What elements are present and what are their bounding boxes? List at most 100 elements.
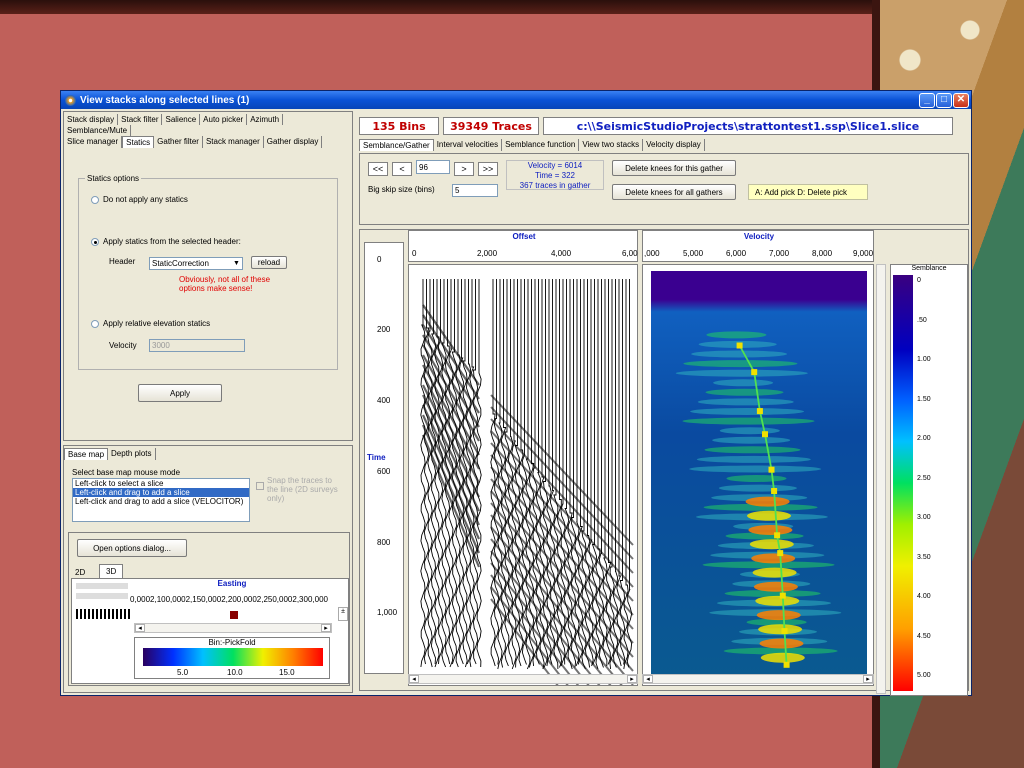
list-item[interactable]: Left-click and drag to add a slice (VELO… bbox=[73, 497, 249, 506]
velocity-tick: 7,000 bbox=[769, 249, 790, 258]
radio-elevation-statics[interactable]: Apply relative elevation statics bbox=[91, 319, 210, 328]
header-select[interactable]: StaticCorrection ▼ bbox=[149, 257, 243, 270]
tab-auto-picker[interactable]: Auto picker bbox=[200, 114, 248, 125]
semblance-energy bbox=[689, 465, 822, 473]
mouse-mode-list[interactable]: Left-click to select a slice Left-click … bbox=[72, 478, 250, 522]
tab-gather-filter[interactable]: Gather filter bbox=[154, 136, 203, 148]
scroll-left-icon[interactable]: ◂ bbox=[409, 675, 419, 683]
velocity-pick-point[interactable] bbox=[768, 466, 775, 473]
traces-count: 39349 Traces bbox=[443, 117, 539, 135]
tab-semblance-function[interactable]: Semblance function bbox=[502, 139, 580, 151]
velocity-tick: 8,000 bbox=[812, 249, 833, 258]
map-scrollbar[interactable]: ◂ ▸ bbox=[134, 623, 332, 633]
snap-checkbox[interactable]: Snap the traces to the line (2D surveys … bbox=[256, 476, 340, 503]
scroll-right-icon[interactable]: ▸ bbox=[321, 624, 331, 632]
colorbar-tick: 4.50 bbox=[917, 632, 931, 640]
scroll-left-icon[interactable]: ◂ bbox=[135, 624, 145, 632]
radio-header-statics[interactable]: Apply statics from the selected header: bbox=[91, 237, 241, 246]
tab-stack-manager[interactable]: Stack manager bbox=[203, 136, 264, 148]
checkbox-box[interactable] bbox=[256, 482, 264, 490]
velocity-pick-point[interactable] bbox=[762, 431, 768, 438]
tab-statics[interactable]: Statics bbox=[122, 136, 155, 148]
list-item[interactable]: Left-click to select a slice bbox=[73, 479, 249, 488]
map-toolbar-bar bbox=[76, 583, 128, 589]
tab-azimuth[interactable]: Azimuth bbox=[247, 114, 284, 125]
apply-button[interactable]: Apply bbox=[138, 384, 222, 402]
list-item[interactable]: Left-click and drag to add a slice bbox=[73, 488, 249, 497]
gather-plot[interactable] bbox=[408, 264, 638, 768]
semblance-plot[interactable] bbox=[642, 264, 874, 686]
velocity-tick: 5,000 bbox=[683, 249, 704, 258]
gather-scrollbar[interactable]: ◂ ▸ bbox=[408, 674, 638, 684]
map-scroll-v[interactable]: ± bbox=[338, 607, 348, 621]
radio-dot[interactable] bbox=[91, 195, 99, 204]
tab-view-two-stacks[interactable]: View two stacks bbox=[579, 139, 644, 151]
radio-dot[interactable] bbox=[91, 319, 99, 328]
velocity-readout: Velocity = 6014 bbox=[527, 161, 583, 170]
tab-3d[interactable]: 3D bbox=[99, 564, 124, 578]
velocity-pick-point[interactable] bbox=[779, 592, 786, 599]
tab-stack-filter[interactable]: Stack filter bbox=[118, 114, 163, 125]
offset-axis-title: Offset bbox=[512, 232, 536, 241]
velocity-pick-point[interactable] bbox=[736, 342, 743, 349]
tab-slice-manager[interactable]: Slice manager bbox=[64, 136, 123, 148]
legend-tick: 5.0 bbox=[177, 668, 189, 677]
tab-salience[interactable]: Salience bbox=[162, 114, 201, 125]
velocity-pick-point[interactable] bbox=[756, 408, 763, 415]
chevron-down-icon[interactable]: ▼ bbox=[231, 260, 242, 267]
velocity-pick-point[interactable] bbox=[781, 628, 788, 635]
scroll-right-icon[interactable]: ▸ bbox=[863, 675, 873, 683]
offset-tick: 2,000 bbox=[477, 249, 498, 258]
first-gather-button[interactable]: << bbox=[368, 162, 388, 176]
next-gather-button[interactable]: > bbox=[454, 162, 474, 176]
delete-knees-all-button[interactable]: Delete knees for all gathers bbox=[612, 184, 736, 200]
last-gather-button[interactable]: >> bbox=[478, 162, 498, 176]
tab-velocity-display[interactable]: Velocity display bbox=[643, 139, 705, 151]
colorbar-tick: 5.00 bbox=[917, 672, 931, 679]
tab-stack-display[interactable]: Stack display bbox=[64, 114, 119, 125]
semblance-energy bbox=[683, 360, 798, 368]
velocity-pick-point[interactable] bbox=[774, 532, 781, 539]
velocity-label: Velocity bbox=[109, 341, 137, 350]
slice-marker[interactable] bbox=[230, 611, 238, 619]
scroll-right-icon[interactable]: ▸ bbox=[627, 675, 637, 683]
semblance-energy bbox=[696, 455, 811, 463]
velocity-pick-point[interactable] bbox=[783, 661, 790, 668]
minimize-button[interactable]: _ bbox=[919, 92, 935, 108]
pick-hint: A: Add pick D: Delete pick bbox=[748, 184, 868, 200]
header-label: Header bbox=[109, 257, 136, 266]
velocity-field[interactable]: 3000 bbox=[149, 339, 245, 352]
bin-number-field[interactable]: 96 bbox=[416, 160, 450, 174]
reload-button[interactable]: reload bbox=[251, 256, 287, 269]
title-bar[interactable]: View stacks along selected lines (1) _ □… bbox=[61, 91, 971, 109]
semblance-peak bbox=[749, 539, 794, 550]
tab-depth-plots[interactable]: Depth plots bbox=[108, 448, 156, 460]
map-area[interactable]: Easting 0,0002,100,0002,150,0002,200,000… bbox=[71, 578, 349, 684]
radio-dot[interactable] bbox=[91, 237, 99, 246]
tab-gather-display[interactable]: Gather display bbox=[264, 136, 323, 148]
tab-semblance-mute[interactable]: Semblance/Mute bbox=[64, 125, 132, 136]
offset-tick: 4,000 bbox=[551, 249, 572, 258]
close-button[interactable]: ✕ bbox=[953, 92, 969, 108]
radio-no-statics[interactable]: Do not apply any statics bbox=[91, 195, 188, 204]
open-options-button[interactable]: Open options dialog... bbox=[77, 539, 187, 557]
velocity-pick-point[interactable] bbox=[771, 488, 778, 494]
skip-size-field[interactable]: 5 bbox=[452, 184, 498, 197]
maximize-button[interactable]: □ bbox=[936, 92, 952, 108]
colorbar-tick: 4.00 bbox=[917, 593, 931, 600]
delete-knees-gather-button[interactable]: Delete knees for this gather bbox=[612, 160, 736, 176]
scroll-left-icon[interactable]: ◂ bbox=[643, 675, 653, 683]
semblance-energy bbox=[718, 484, 797, 492]
tab-2d[interactable]: 2D bbox=[75, 568, 85, 577]
velocity-pick-point[interactable] bbox=[777, 550, 784, 557]
time-tick: 200 bbox=[377, 325, 391, 334]
tab-interval-velocities[interactable]: Interval velocities bbox=[434, 139, 503, 151]
tab-base-map[interactable]: Base map bbox=[64, 448, 109, 460]
semblance-scrollbar[interactable]: ◂ ▸ bbox=[642, 674, 874, 684]
time-axis-panel: Time 0 200 400 600 800 1,000 bbox=[364, 242, 404, 674]
pickfold-legend: Bin:-PickFold 5.0 10.0 15.0 bbox=[134, 637, 330, 679]
prev-gather-button[interactable]: < bbox=[392, 162, 412, 176]
tab-semblance-gather[interactable]: Semblance/Gather bbox=[359, 139, 434, 151]
plot-scrollbar-v[interactable] bbox=[876, 264, 886, 694]
velocity-pick-point[interactable] bbox=[751, 369, 758, 376]
